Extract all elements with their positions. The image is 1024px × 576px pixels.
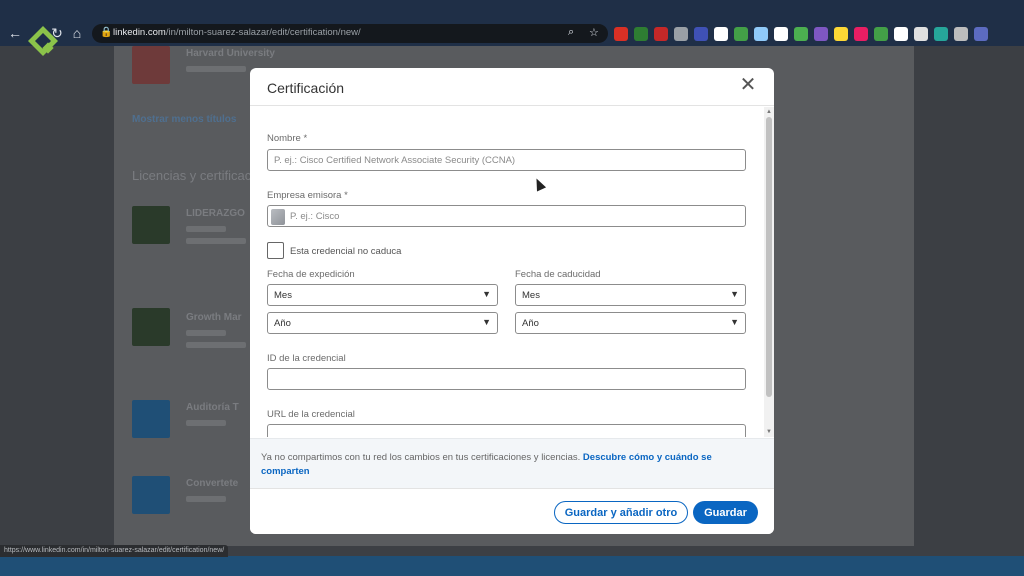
certification-modal: Certificación ✕ Nombre * Empresa emisora… <box>250 68 774 534</box>
university-logo <box>132 46 170 84</box>
bg-cert-logo <box>132 206 170 244</box>
no-expiry-checkbox[interactable] <box>267 242 284 259</box>
expiry-date-label: Fecha de caducidad <box>515 269 601 280</box>
bg-line <box>186 420 226 426</box>
scroll-thumb[interactable] <box>766 117 772 397</box>
chevron-down-icon: ▼ <box>482 289 491 299</box>
scroll-down-icon[interactable]: ▼ <box>765 428 773 436</box>
bg-line <box>186 66 246 72</box>
issue-date-label: Fecha de expedición <box>267 269 355 280</box>
extensions-toolbar <box>614 27 988 41</box>
modal-footer: Guardar y añadir otro Guardar <box>250 488 774 534</box>
extension-icon[interactable] <box>974 27 988 41</box>
issue-year-value: Año <box>274 318 291 329</box>
issuer-input[interactable] <box>267 205 746 227</box>
modal-title: Certificación <box>267 80 345 96</box>
extension-icon[interactable] <box>834 27 848 41</box>
bg-cert-title: LIDERAZGO <box>186 208 245 219</box>
bg-line <box>186 226 226 232</box>
lock-icon: 🔒 <box>100 27 113 38</box>
certification-form: Nombre * Empresa emisora * Esta credenci… <box>250 107 764 437</box>
bg-cert-title: Convertete <box>186 478 239 489</box>
home-icon[interactable]: ⌂ <box>68 24 86 42</box>
status-bar-url: https://www.linkedin.com/in/milton-suare… <box>0 545 229 557</box>
chevron-down-icon: ▼ <box>730 289 739 299</box>
company-placeholder-icon <box>271 209 285 225</box>
extension-icon[interactable] <box>914 27 928 41</box>
chevron-down-icon: ▼ <box>730 317 739 327</box>
extension-icon[interactable] <box>954 27 968 41</box>
issuer-label: Empresa emisora * <box>267 190 348 201</box>
browser-chrome: ← ↻ ⌂ 🔒 linkedin.com/in/milton-suarez-sa… <box>0 0 1024 46</box>
no-expiry-label: Esta credencial no caduca <box>290 246 402 257</box>
bg-show-less-link: Mostrar menos títulos <box>132 114 237 125</box>
expiry-month-value: Mes <box>522 290 540 301</box>
extension-icon[interactable] <box>734 27 748 41</box>
credential-id-input[interactable] <box>267 368 746 390</box>
extension-icon[interactable] <box>674 27 688 41</box>
extension-icon[interactable] <box>634 27 648 41</box>
extension-icon[interactable] <box>934 27 948 41</box>
modal-header: Certificación ✕ <box>250 68 774 106</box>
url-text[interactable]: linkedin.com/in/milton-suarez-salazar/ed… <box>113 27 361 38</box>
expiry-year-value: Año <box>522 318 539 329</box>
extension-icon[interactable] <box>654 27 668 41</box>
bg-line <box>186 496 226 502</box>
bg-line <box>186 238 246 244</box>
bg-linkedin-logo <box>132 400 170 438</box>
name-input[interactable] <box>267 149 746 171</box>
bg-linkedin-logo <box>132 476 170 514</box>
bottom-decoration <box>0 556 1024 576</box>
scroll-up-icon[interactable]: ▲ <box>765 108 773 116</box>
bg-line <box>186 330 226 336</box>
extension-icon[interactable] <box>854 27 868 41</box>
extension-icon[interactable] <box>894 27 908 41</box>
sharing-notice: Ya no compartimos con tu red los cambios… <box>250 438 774 488</box>
extension-icon[interactable] <box>754 27 768 41</box>
extension-icon[interactable] <box>694 27 708 41</box>
bookmark-star-icon[interactable]: ☆ <box>589 26 599 39</box>
issue-year-select[interactable]: Año ▼ <box>267 312 498 334</box>
save-button[interactable]: Guardar <box>693 501 758 524</box>
chevron-down-icon: ▼ <box>482 317 491 327</box>
bg-cert-title: Auditoría T <box>186 402 239 413</box>
issue-month-select[interactable]: Mes ▼ <box>267 284 498 306</box>
bg-line <box>186 342 246 348</box>
credential-url-label: URL de la credencial <box>267 409 355 420</box>
extension-icon[interactable] <box>714 27 728 41</box>
extension-icon[interactable] <box>814 27 828 41</box>
form-scrollbar[interactable]: ▲ ▼ <box>764 107 774 437</box>
notice-text: Ya no compartimos con tu red los cambios… <box>261 452 712 477</box>
expiry-month-select[interactable]: Mes ▼ <box>515 284 746 306</box>
extension-icon[interactable] <box>774 27 788 41</box>
extension-icon[interactable] <box>874 27 888 41</box>
zoom-icon[interactable]: ⌕ <box>568 26 574 39</box>
credential-url-input[interactable] <box>267 424 746 437</box>
save-and-add-button[interactable]: Guardar y añadir otro <box>554 501 688 524</box>
back-icon[interactable]: ← <box>6 24 24 42</box>
bg-cert-logo <box>132 308 170 346</box>
credential-id-label: ID de la credencial <box>267 353 346 364</box>
name-label: Nombre * <box>267 133 308 144</box>
extension-icon[interactable] <box>794 27 808 41</box>
bg-university-name: Harvard University <box>186 48 275 59</box>
extension-icon[interactable] <box>614 27 628 41</box>
close-icon[interactable]: ✕ <box>736 74 760 98</box>
expiry-year-select[interactable]: Año ▼ <box>515 312 746 334</box>
channel-logo-icon <box>28 26 58 56</box>
address-bar[interactable]: 🔒 linkedin.com/in/milton-suarez-salazar/… <box>92 24 608 43</box>
issue-month-value: Mes <box>274 290 292 301</box>
bg-cert-title: Growth Mar <box>186 312 242 323</box>
